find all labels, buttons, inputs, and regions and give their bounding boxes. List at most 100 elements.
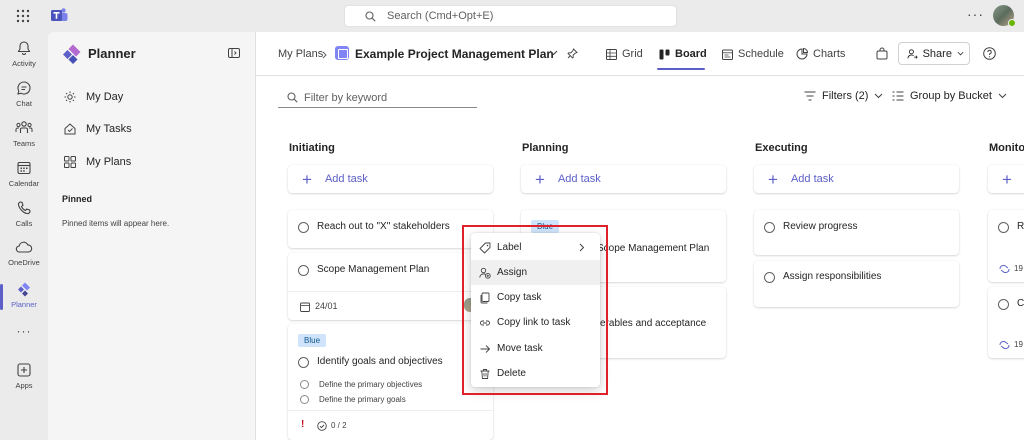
task-title: Review progress xyxy=(783,221,858,232)
subtask-checkbox[interactable] xyxy=(300,380,309,389)
main-content: My Plans Example Project Management Plan… xyxy=(256,32,1024,440)
nav-item-my-tasks[interactable]: My Tasks xyxy=(64,119,132,139)
rail-item-label: Calendar xyxy=(8,179,40,188)
tab-grid[interactable]: Grid xyxy=(606,46,643,62)
rail-item-calls[interactable]: Calls xyxy=(0,200,48,228)
add-task-label: Add task xyxy=(557,173,601,185)
task-card[interactable]: Assign responsibilities xyxy=(754,261,959,307)
breadcrumb-chevron-icon xyxy=(322,51,327,59)
home-icon xyxy=(64,123,76,135)
bucket-title: Executing xyxy=(755,142,808,154)
task-card[interactable]: Review progress xyxy=(754,210,959,255)
rail-item-label: Activity xyxy=(12,59,36,68)
title-bar: Search (Cmd+Opt+E) ··· xyxy=(0,0,1024,32)
rail-more-apps-icon[interactable]: ··· xyxy=(0,324,48,338)
filter-icon xyxy=(804,91,816,101)
add-task-button[interactable]: + Add task xyxy=(288,165,493,193)
rail-item-teams[interactable]: Teams xyxy=(0,120,48,148)
active-tab-indicator xyxy=(657,68,705,70)
add-task-button[interactable]: + xyxy=(988,165,1024,193)
share-button[interactable]: Share xyxy=(898,42,970,65)
chevron-down-icon xyxy=(998,93,1007,99)
bucket-title: Initiating xyxy=(289,142,335,154)
plan-name[interactable]: Example Project Management Plan xyxy=(355,47,554,61)
presence-available-icon xyxy=(1008,19,1016,27)
subtask-checkbox[interactable] xyxy=(300,395,309,404)
more-options-icon[interactable]: ··· xyxy=(967,6,984,22)
bucket-initiating: Initiating + Add task Reach out to "X" st… xyxy=(288,142,493,440)
calendar-icon xyxy=(300,302,310,312)
task-meta: 19 xyxy=(1014,340,1023,349)
rail-item-label: Apps xyxy=(15,381,33,390)
task-title: Reach out to "X" stakeholders xyxy=(317,221,450,232)
task-card[interactable]: Co 19 xyxy=(988,287,1024,358)
add-task-label: Add task xyxy=(790,173,834,185)
plan-header: My Plans Example Project Management Plan… xyxy=(256,32,1024,76)
checklist-icon xyxy=(317,421,327,431)
app-launcher-icon[interactable] xyxy=(16,9,30,23)
bucket-monitor: Monitor + Re 19 Co 19 xyxy=(988,142,1024,358)
subtask-text: Define the primary goals xyxy=(319,395,406,404)
app-rail: Activity Chat Teams Calendar Calls OneDr… xyxy=(0,32,48,440)
plus-icon: + xyxy=(302,169,312,189)
breadcrumb-my-plans[interactable]: My Plans xyxy=(278,48,323,60)
nav-item-my-day[interactable]: My Day xyxy=(64,87,123,107)
priority-important-icon: ! xyxy=(301,419,305,430)
add-task-button[interactable]: + Add task xyxy=(754,165,959,193)
sun-icon xyxy=(64,91,76,103)
teams-logo-icon xyxy=(51,8,68,21)
complete-task-checkbox[interactable] xyxy=(298,357,309,368)
tab-board[interactable]: Board xyxy=(659,46,707,62)
phone-icon xyxy=(17,201,31,215)
bucket-title: Monitor xyxy=(989,142,1024,154)
nav-item-my-plans[interactable]: My Plans xyxy=(64,152,131,172)
rail-item-label: Teams xyxy=(12,139,36,148)
rail-item-activity[interactable]: Activity xyxy=(0,40,48,68)
nav-item-label: My Day xyxy=(86,91,124,103)
rail-item-chat[interactable]: Chat xyxy=(0,80,48,108)
planner-logo-icon xyxy=(63,44,81,64)
subtask-text: Define the primary objectives xyxy=(319,380,423,389)
group-by-button[interactable]: Group by Bucket xyxy=(892,90,1013,102)
complete-task-checkbox[interactable] xyxy=(998,299,1009,310)
rail-item-planner[interactable]: Planner xyxy=(0,281,48,309)
search-input[interactable]: Search (Cmd+Opt+E) xyxy=(344,5,677,27)
rail-item-label: Chat xyxy=(16,99,32,108)
chevron-down-icon xyxy=(875,93,883,99)
filters-button[interactable]: Filters (2) xyxy=(804,90,889,102)
complete-task-checkbox[interactable] xyxy=(764,222,775,233)
group-list-icon xyxy=(892,91,904,101)
pin-icon[interactable] xyxy=(567,48,578,59)
bucket-executing: Executing + Add task Review progress Assi… xyxy=(754,142,959,307)
bucket-planning: Planning + Add task Blue Scope Management… xyxy=(521,142,726,358)
complete-task-checkbox[interactable] xyxy=(298,222,309,233)
task-title: Assign responsibilities xyxy=(783,271,882,282)
tab-schedule[interactable]: Schedule xyxy=(722,46,784,62)
shopping-bag-icon[interactable] xyxy=(876,47,888,60)
add-task-button[interactable]: + Add task xyxy=(521,165,726,193)
nav-item-label: My Plans xyxy=(86,156,132,168)
complete-task-checkbox[interactable] xyxy=(764,272,775,283)
grid-view-icon xyxy=(606,48,617,60)
chevron-down-icon[interactable] xyxy=(549,50,558,56)
add-app-icon xyxy=(17,363,31,377)
task-title: Re xyxy=(1017,221,1024,232)
search-placeholder: Search (Cmd+Opt+E) xyxy=(387,10,494,22)
user-avatar[interactable] xyxy=(993,5,1016,27)
complete-task-checkbox[interactable] xyxy=(998,222,1009,233)
pinned-header: Pinned xyxy=(62,194,93,204)
collapse-panel-icon[interactable] xyxy=(228,48,240,58)
complete-task-checkbox[interactable] xyxy=(298,265,309,276)
tab-charts[interactable]: Charts xyxy=(796,46,845,62)
rail-item-onedrive[interactable]: OneDrive xyxy=(0,239,48,267)
filter-keyword-input[interactable]: Filter by keyword xyxy=(278,88,477,108)
rail-item-calendar[interactable]: Calendar xyxy=(0,160,48,188)
task-card[interactable]: Re 19 xyxy=(988,210,1024,282)
rail-item-apps[interactable]: Apps xyxy=(0,362,48,390)
search-icon xyxy=(287,92,298,103)
task-title: verables and acceptance xyxy=(595,318,707,329)
help-icon[interactable] xyxy=(983,47,996,60)
schedule-icon xyxy=(722,49,733,60)
task-meta: 19 xyxy=(1014,264,1023,273)
tab-label: Schedule xyxy=(738,48,784,60)
